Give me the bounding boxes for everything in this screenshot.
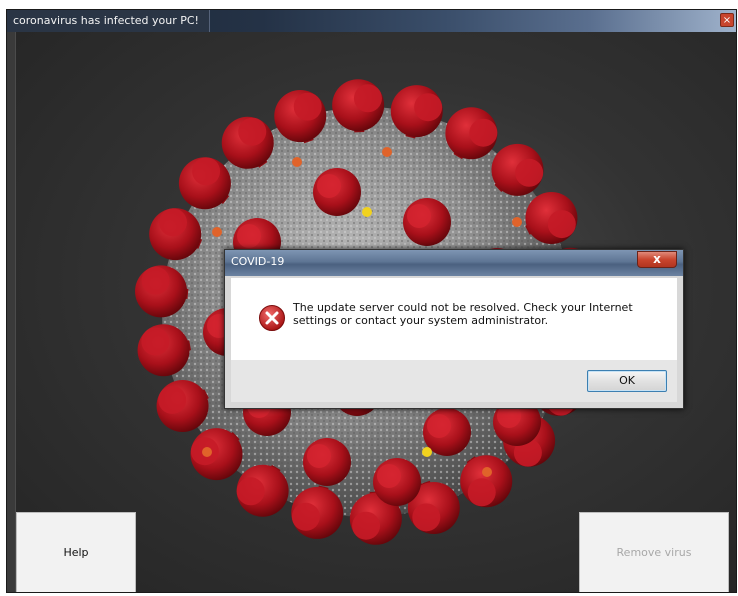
dialog-titlebar[interactable]: COVID-19 x: [225, 250, 683, 276]
spike-lobe: [192, 157, 221, 186]
dialog-body: The update server could not be resolved.…: [231, 278, 677, 360]
spike-lobe: [469, 118, 498, 147]
accent-dot: [482, 467, 492, 477]
accent-dot: [212, 227, 222, 237]
spike-lobe: [158, 385, 187, 414]
spike-lobe: [237, 224, 261, 248]
remove-virus-button[interactable]: Remove virus: [579, 512, 729, 592]
spike-lobe: [291, 502, 320, 531]
spike-lobe: [377, 464, 401, 488]
spike-lobe: [467, 478, 496, 507]
error-icon: [259, 305, 285, 331]
error-dialog: COVID-19 x The update server could not b…: [224, 249, 684, 409]
spike-lobe: [317, 174, 341, 198]
window-title: coronavirus has infected your PC!: [7, 10, 210, 32]
spike-lobe: [141, 266, 170, 295]
accent-dot: [292, 157, 302, 167]
accent-dot: [422, 447, 432, 457]
accent-dot: [512, 217, 522, 227]
spike-lobe: [353, 84, 382, 113]
accent-dot: [362, 207, 372, 217]
spike-lobe: [547, 210, 576, 239]
dialog-title: COVID-19: [231, 255, 285, 268]
spike-lobe: [352, 511, 381, 540]
dialog-message: The update server could not be resolved.…: [293, 301, 633, 327]
accent-dot: [202, 447, 212, 457]
help-button[interactable]: Help: [16, 512, 136, 592]
window-titlebar[interactable]: coronavirus has infected your PC! ×: [7, 10, 736, 32]
spike-lobe: [293, 92, 322, 121]
spike-lobe: [412, 503, 441, 532]
ok-button[interactable]: OK: [587, 370, 667, 392]
spike-lobe: [307, 444, 331, 468]
window-close-button[interactable]: ×: [720, 13, 734, 27]
spike-lobe: [236, 477, 265, 506]
dialog-close-button[interactable]: x: [637, 251, 677, 268]
spike-lobe: [515, 158, 544, 187]
spike-lobe: [158, 208, 187, 237]
spike-lobe: [407, 204, 431, 228]
accent-dot: [382, 147, 392, 157]
dialog-footer: OK: [231, 360, 677, 402]
spike-lobe: [427, 414, 451, 438]
spike-lobe: [414, 93, 443, 122]
spike-lobe: [141, 327, 170, 356]
spike-lobe: [238, 117, 267, 146]
